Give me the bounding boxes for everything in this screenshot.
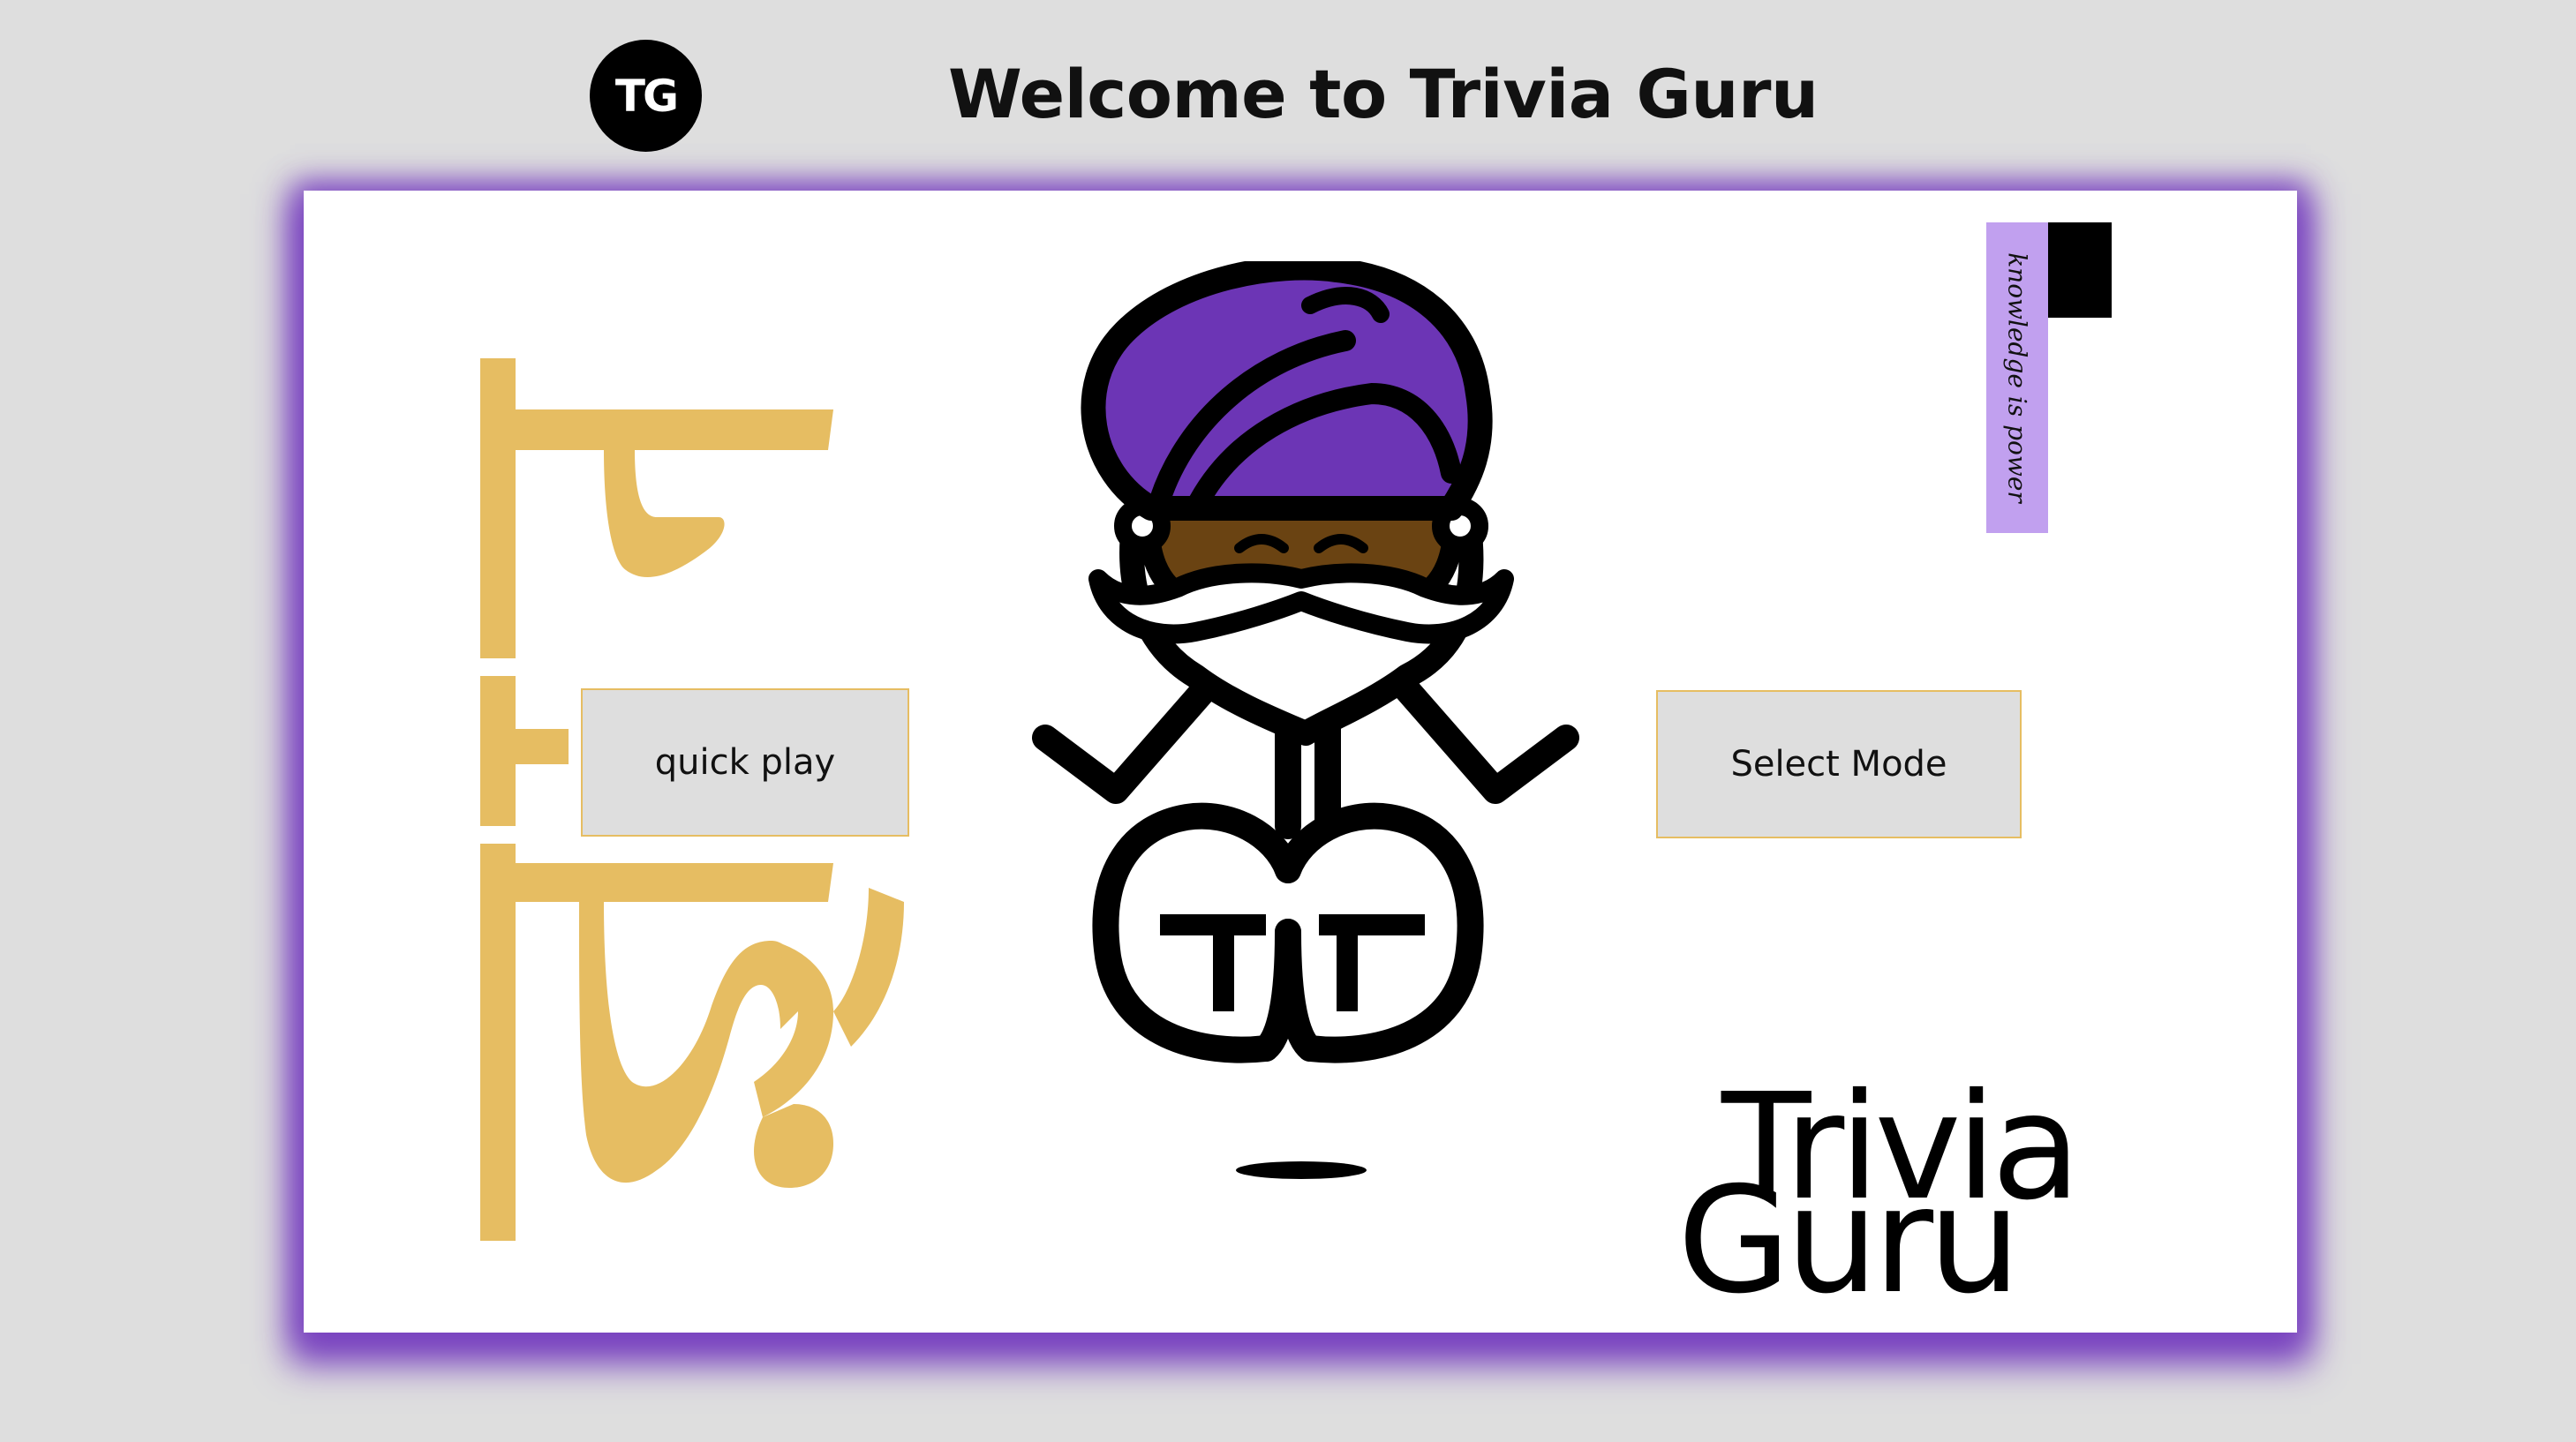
tag-purple-strip: knowledge is power xyxy=(1986,222,2048,533)
tag-hindi-text: ज्ञान xyxy=(2124,251,2156,289)
quick-play-button[interactable]: quick play xyxy=(581,688,909,837)
main-card: quick play Select Mode knowledge is powe… xyxy=(304,191,2297,1333)
page-title: Welcome to Trivia Guru xyxy=(948,55,1819,133)
logo-text: TG xyxy=(614,70,679,122)
wordmark-line-2: Guru xyxy=(1677,1156,2021,1326)
guru-mascot-illustration xyxy=(1032,261,1579,1179)
logo-badge[interactable]: TG xyxy=(590,40,702,152)
knowledge-tag: knowledge is power ज्ञान xyxy=(1986,222,2156,533)
tag-black-strip: ज्ञान xyxy=(2048,222,2156,318)
select-mode-button[interactable]: Select Mode xyxy=(1656,690,2022,838)
tag-english-text: knowledge is power xyxy=(2002,252,2032,503)
app-root: TG Welcome to Trivia Guru quick play Sel… xyxy=(0,0,2576,1442)
trivia-guru-wordmark: Trivia Guru xyxy=(1677,1075,2172,1315)
